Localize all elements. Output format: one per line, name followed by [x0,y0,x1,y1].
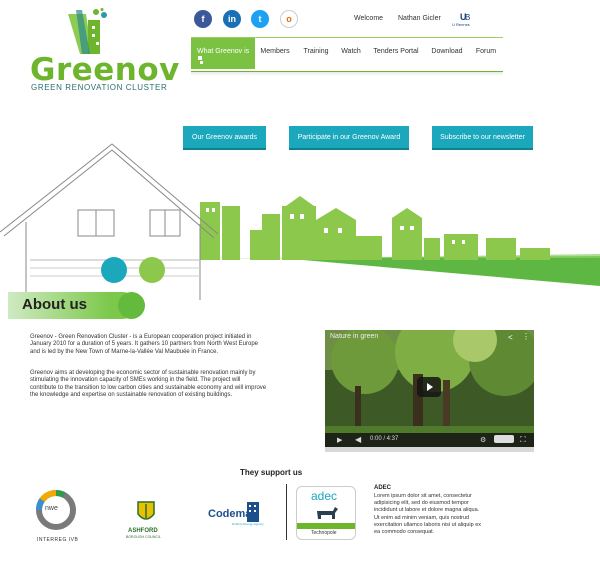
nav-active-marker-icon [198,56,202,60]
ashford-name: ASHFORD [128,528,158,534]
nav-tenders-portal[interactable]: Tenders Portal [365,38,427,69]
nwe-logo-text: nwe [45,505,58,512]
adec-description: Lorem ipsum dolor sit amet, consectetur … [374,493,481,536]
support-title: They support us [240,468,303,477]
other-social-icon[interactable]: o [280,10,298,28]
youtube-logo-icon[interactable] [494,435,514,443]
cow-icon [317,507,338,519]
main-nav: What Greenov is Members Training Watch T… [191,37,503,73]
welcome-link[interactable]: Welcome [354,15,383,22]
codema-subtitle: Dublin's Energy Agency [232,522,264,526]
decor-circle-green [139,257,165,283]
nwe-logo[interactable]: nwe [34,488,78,537]
ashford-subtitle: BOROUGH COUNCIL [126,535,161,539]
about-paragraph-1: Greenov - Green Renovation Cluster - is … [30,334,259,355]
play-button[interactable] [417,377,441,397]
nav-active-marker-icon [200,61,203,64]
share-icon[interactable]: < [508,333,513,342]
about-circle [118,292,145,319]
svg-text:B: B [465,13,470,22]
video-shadow [325,447,534,452]
nav-what-greenov-is[interactable]: What Greenov is [191,38,255,69]
adec-logo-sub: Technopole [311,530,337,536]
decor-circle-teal [101,257,127,283]
video-title[interactable]: Nature in green [330,333,378,340]
video-time: 0:00 / 4:37 [370,436,399,442]
nav-download[interactable]: Download [427,38,467,69]
facebook-icon[interactable]: f [194,10,212,28]
support-separator [286,484,287,540]
codema-logo[interactable]: Codema [208,508,251,520]
partner-logo-icon: U B [460,12,470,22]
partner-logo[interactable]: U B U Rennes [452,10,478,30]
adec-logo-text: adec [311,489,338,503]
play-control-icon[interactable]: ▶ [337,436,342,444]
partner-logo-text: U Rennes [452,22,470,27]
adec-title: ADEC [374,485,392,491]
nav-training[interactable]: Training [295,38,337,69]
play-icon [427,383,433,391]
volume-icon[interactable]: ◀ [355,435,361,444]
adec-green-band [297,523,355,529]
adec-logo[interactable]: adec Technopole [296,486,356,540]
user-name-link[interactable]: Nathan Gicler [398,15,441,22]
nav-label: What Greenov is [197,48,250,55]
nav-members[interactable]: Members [255,38,295,69]
ground-slope [280,256,600,286]
ashford-crest-icon [137,501,155,520]
city-silhouette [200,196,550,260]
fullscreen-icon[interactable]: ⛶ [520,435,526,445]
ashford-logo[interactable] [136,500,156,529]
interreg-label: INTERREG IVB [37,537,79,543]
greenov-logo-icon[interactable] [62,8,118,56]
hero-illustration [0,143,600,300]
settings-icon[interactable]: ⚙ [480,436,486,444]
nav-shadow [191,72,503,76]
more-options-icon[interactable]: ⋮ [522,332,530,341]
about-title: About us [22,296,87,313]
linkedin-icon[interactable]: in [223,10,241,28]
nav-watch[interactable]: Watch [337,38,365,69]
nav-forum[interactable]: Forum [471,38,501,69]
brand-tagline: GREEN RENOVATION CLUSTER [31,83,168,92]
twitter-icon[interactable]: t [251,10,269,28]
about-paragraph-2: Greenov aims at developing the economic … [30,370,267,398]
